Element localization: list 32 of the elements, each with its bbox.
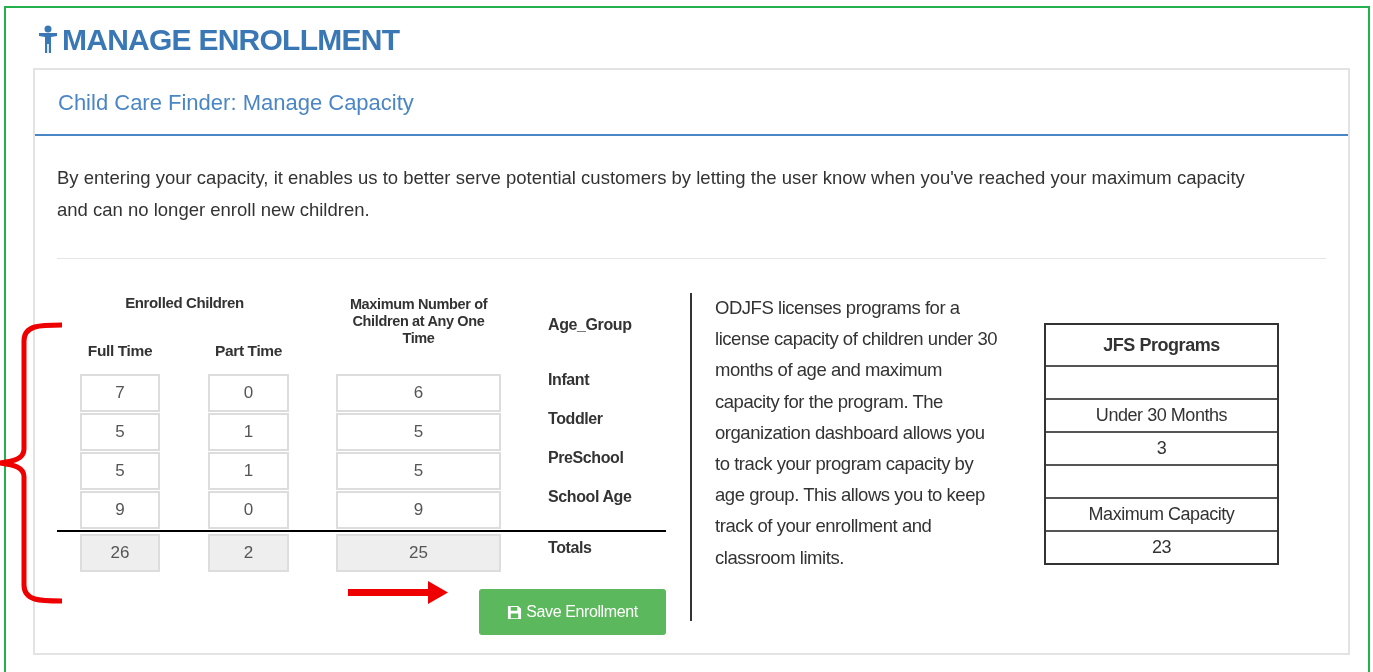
number-field[interactable]: 9 <box>336 491 501 529</box>
number-field[interactable]: 0 <box>208 491 289 529</box>
column-header: Age_Group <box>548 315 632 335</box>
number-field[interactable]: 0 <box>208 374 289 412</box>
table-cell: Under 30 Months <box>1046 398 1277 431</box>
number-field[interactable]: 5 <box>80 452 160 490</box>
column-header: Full Time <box>86 340 154 361</box>
age-group-label: Toddler <box>548 409 603 429</box>
table-cell: 3 <box>1046 431 1277 464</box>
number-field[interactable]: 5 <box>336 413 501 451</box>
age-group-label: School Age <box>548 487 632 507</box>
number-field[interactable]: 1 <box>208 452 289 490</box>
column-header: Maximum Number of Children at Any One Time <box>348 296 489 347</box>
number-field[interactable]: 1 <box>208 413 289 451</box>
page-title: MANAGE ENROLLMENT <box>62 21 400 58</box>
table-header: JFS Programs <box>1102 333 1221 357</box>
number-field[interactable]: 5 <box>336 452 501 490</box>
table-cell: 23 <box>1046 530 1277 563</box>
info-text: ODJFS licenses programs for a license capacity of children under 30 months of age and maximum capacity for the program. The organization dashboard allows you to track your program capacity by age group. This allows you to keep track of your enrollment and classroom limits. <box>715 296 999 570</box>
column-header: Part Time <box>214 340 283 361</box>
number-field[interactable]: 5 <box>80 413 160 451</box>
person-icon <box>38 25 58 53</box>
panel-title: Child Care Finder: Manage Capacity <box>58 88 414 117</box>
age-group-label: Totals <box>548 538 592 558</box>
age-group-label: PreSchool <box>548 448 624 468</box>
table-cell: Maximum Capacity <box>1046 497 1277 530</box>
number-field[interactable]: 9 <box>80 491 160 529</box>
number-field[interactable]: 6 <box>336 374 501 412</box>
age-group-label: Infant <box>548 370 590 390</box>
intro-text: By entering your capacity, it enables us to better serve potential customers by letting the user know when you've reached your maximum capacity and can no longer enroll new children. <box>57 166 1246 222</box>
group-header: Enrolled Children <box>125 293 244 313</box>
number-field[interactable]: 7 <box>80 374 160 412</box>
